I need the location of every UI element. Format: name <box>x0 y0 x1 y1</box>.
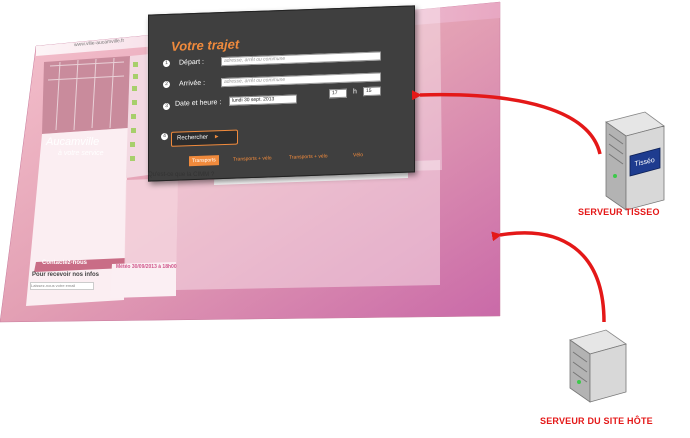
tisseo-arrow <box>411 90 602 155</box>
architecture-overlay: Tisséo <box>411 90 665 403</box>
host-server-label: SERVEUR DU SITE HÔTE <box>540 416 653 426</box>
tisseo-server-label: SERVEUR TISSEO <box>578 207 660 217</box>
host-arrow <box>491 231 606 323</box>
host-server-icon <box>569 329 627 403</box>
